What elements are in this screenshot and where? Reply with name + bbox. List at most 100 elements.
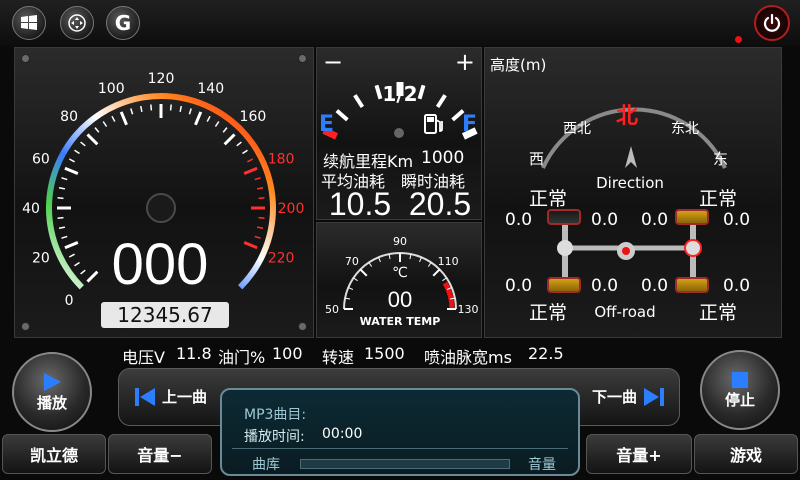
compass-northwest: 西北 xyxy=(563,121,591,137)
throttle-label: 油门% xyxy=(218,348,266,367)
temp-value: 00 xyxy=(387,287,413,312)
previous-track-label: 上一曲 xyxy=(162,388,208,406)
fuel-tick xyxy=(435,94,447,109)
speed-tick xyxy=(130,108,134,115)
wheel-rear-right xyxy=(675,277,709,293)
gamepad-button[interactable] xyxy=(60,6,94,40)
previous-track-button[interactable]: 上一曲 xyxy=(134,386,207,407)
previous-icon xyxy=(135,387,155,406)
volume-down-button[interactable]: 音量− xyxy=(108,434,212,474)
temp-tick-label: 90 xyxy=(393,235,407,248)
temp-tick-label: 70 xyxy=(345,255,359,268)
speed-tick xyxy=(57,216,64,219)
speed-tick xyxy=(256,186,264,190)
rear-right-outer-value: 0.0 xyxy=(723,276,751,296)
status-rear-right: 正常 xyxy=(699,302,738,324)
progress-bar[interactable] xyxy=(300,459,510,469)
stop-icon xyxy=(732,371,748,388)
temp-caption: WATER TEMP xyxy=(359,315,441,328)
speed-tick xyxy=(119,111,128,126)
speed-tick xyxy=(258,197,265,200)
temp-tick xyxy=(442,277,447,282)
avg-consumption-value: 10.5 xyxy=(328,186,392,222)
speed-tick-label: 20 xyxy=(32,251,50,267)
games-button[interactable]: 游戏 xyxy=(694,434,798,474)
speed-tick xyxy=(254,235,261,239)
temp-tick-label: 130 xyxy=(458,303,479,316)
fuel-full-label: F xyxy=(461,112,477,137)
gamepad-icon xyxy=(68,14,86,32)
power-button[interactable] xyxy=(754,5,790,41)
speed-tick-label: 160 xyxy=(240,109,267,125)
speed-tick xyxy=(214,121,220,127)
rpm-value: 1500 xyxy=(364,344,405,363)
compass-north: 北 xyxy=(615,104,638,129)
water-temp-panel: 50 70 90 110 130 ℃ 00 WATER TEMP xyxy=(316,222,482,338)
speed-tick xyxy=(68,253,75,258)
speed-tick xyxy=(194,111,203,126)
temp-tick xyxy=(368,262,373,267)
play-label: 播放 xyxy=(36,393,67,412)
speed-tick xyxy=(169,104,172,111)
range-value: 1000 xyxy=(421,148,465,168)
compass-west: 西 xyxy=(529,150,545,168)
front-left-inner-value: 0.0 xyxy=(591,210,619,230)
temp-tick xyxy=(427,262,432,267)
compass-northeast: 东北 xyxy=(671,121,699,137)
speed-tick xyxy=(68,158,75,163)
speed-tick xyxy=(58,186,66,190)
speed-tick xyxy=(188,108,192,115)
rear-right-inner-value: 0.0 xyxy=(641,276,669,296)
speed-tick-label: 100 xyxy=(98,81,125,97)
speed-tick xyxy=(86,133,99,146)
volume-up-button[interactable]: 音量+ xyxy=(586,434,692,474)
speed-tick xyxy=(150,104,153,111)
front-right-inner-value: 0.0 xyxy=(641,210,669,230)
temp-tick xyxy=(432,268,441,277)
divider xyxy=(232,448,568,449)
fuel-panel: − + 1/2 E F 续航里程Km 1000 平均油耗 瞬时油耗 10.5 2… xyxy=(316,47,482,222)
fuel-half-label: 1/2 xyxy=(382,82,418,106)
speed-tick xyxy=(222,127,228,133)
stop-button[interactable]: 停止 xyxy=(700,350,780,430)
speed-tick xyxy=(86,270,99,283)
speed-tick xyxy=(57,197,64,200)
next-track-button[interactable]: 下一曲 xyxy=(592,386,665,407)
speed-tick-label: 120 xyxy=(148,71,175,87)
speed-tick xyxy=(243,166,258,175)
drive-mode: Off-road xyxy=(594,303,656,321)
windows-button[interactable] xyxy=(12,6,46,40)
front-right-outer-value: 0.0 xyxy=(723,210,751,230)
speed-tick xyxy=(243,241,258,250)
status-indicator xyxy=(735,36,742,43)
gps-button[interactable]: G xyxy=(106,6,140,40)
speed-tick xyxy=(254,177,261,181)
speed-tick xyxy=(139,105,143,113)
library-label: 曲库 xyxy=(252,457,280,473)
stop-label: 停止 xyxy=(724,390,755,409)
temp-tick xyxy=(359,268,368,277)
speed-tick xyxy=(74,261,80,267)
kailide-nav-button[interactable]: 凯立德 xyxy=(2,434,106,474)
speed-tick-label: 60 xyxy=(32,151,50,167)
speed-tick xyxy=(102,121,108,127)
fuel-pump-icon xyxy=(424,114,443,134)
play-time-label: 播放时间: xyxy=(244,429,305,445)
next-track-label: 下一曲 xyxy=(592,388,638,406)
speed-tick-label: 0 xyxy=(65,293,74,309)
fuel-minus: − xyxy=(323,48,344,76)
speed-tick-label: 180 xyxy=(268,151,295,167)
speed-tick xyxy=(74,149,80,155)
rear-left-outer-value: 0.0 xyxy=(505,276,533,296)
windows-icon xyxy=(21,15,37,30)
play-button[interactable]: 播放 xyxy=(12,352,92,432)
speed-tick-label: 40 xyxy=(22,201,40,217)
injection-pulse-value: 22.5 xyxy=(528,344,564,363)
axle-joint-right xyxy=(684,239,702,257)
speed-tick xyxy=(80,269,86,275)
status-front-left: 正常 xyxy=(529,188,568,210)
compass-east: 东 xyxy=(713,150,729,168)
play-time-value: 00:00 xyxy=(322,426,363,442)
wheel-rear-left xyxy=(547,277,581,293)
fuel-tick xyxy=(335,109,349,122)
